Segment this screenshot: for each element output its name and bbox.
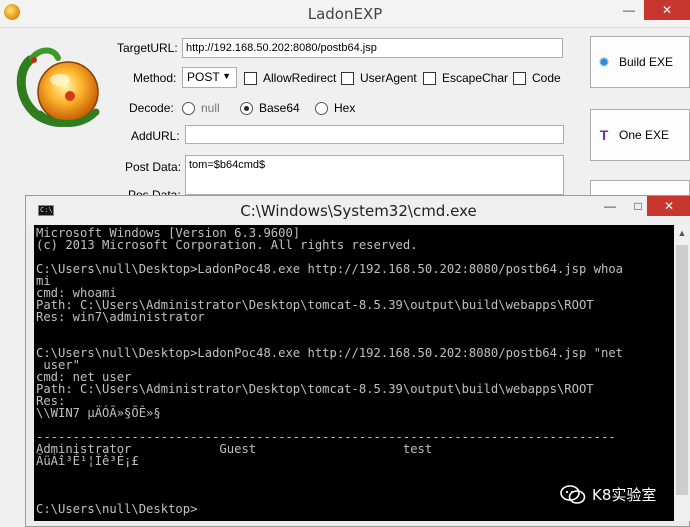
user-agent-checkbox[interactable]: UserAgent	[341, 71, 417, 85]
pos-data-label: Pos Data:	[128, 188, 181, 195]
console-scrollbar[interactable]: ▲	[674, 225, 690, 521]
radio-dot	[182, 101, 195, 115]
method-select[interactable]: POST ▼	[182, 67, 237, 88]
one-exe-label: One EXE	[619, 128, 670, 142]
cmd-title: C:\Windows\System32\cmd.exe	[240, 202, 477, 220]
decode-label: Decode:	[129, 101, 174, 115]
code-checkbox[interactable]: Code	[513, 71, 561, 85]
post-data-textarea[interactable]: tom=$b64cmd$	[185, 155, 564, 195]
cmd-titlebar: C:\ C:\Windows\System32\cmd.exe — □ ✕	[26, 196, 690, 225]
allow-redirect-label: AllowRedirect	[263, 71, 337, 85]
minimize-button[interactable]: —	[614, 0, 644, 20]
build-exe-button[interactable]: ✹ Build EXE	[590, 36, 690, 88]
decode-base64-radio[interactable]: Base64	[240, 101, 300, 115]
escape-char-label: EscapeChar	[442, 71, 509, 85]
checkbox-box	[423, 71, 436, 85]
close-button[interactable]: ✕	[644, 0, 690, 20]
cmd-minimize-button[interactable]: —	[596, 196, 624, 216]
decode-null-radio[interactable]: null	[182, 101, 220, 115]
post-data-label: Post Data:	[125, 160, 182, 174]
method-label: Method:	[133, 71, 177, 85]
checkbox-box	[244, 71, 257, 85]
escape-char-checkbox[interactable]: EscapeChar	[423, 71, 508, 85]
decode-base64-label: Base64	[259, 101, 300, 115]
target-url-label: TargetURL:	[117, 41, 178, 55]
add-url-label: AddURL:	[131, 129, 180, 143]
one-exe-button[interactable]: T One EXE	[590, 109, 690, 161]
wechat-icon	[560, 484, 586, 504]
checkbox-box	[513, 71, 526, 85]
add-url-input[interactable]	[185, 125, 564, 144]
decode-null-label: null	[201, 101, 220, 115]
third-side-button[interactable]	[590, 180, 690, 196]
sparkle-icon: ✹	[598, 53, 610, 70]
radio-dot	[315, 101, 328, 115]
method-select-value: POST	[187, 70, 220, 84]
cmd-window: C:\ C:\Windows\System32\cmd.exe — □ ✕ Mi…	[25, 195, 690, 527]
console-output-area[interactable]: Microsoft Windows [Version 6.3.9600] (c)…	[34, 225, 674, 521]
scroll-thumb[interactable]	[676, 245, 688, 495]
target-url-input[interactable]: http://192.168.50.202:8080/postb64.jsp	[182, 38, 563, 58]
watermark: K8实验室	[560, 484, 656, 505]
decode-hex-radio[interactable]: Hex	[315, 101, 355, 115]
chevron-down-icon: ▼	[222, 71, 231, 81]
cmd-close-button[interactable]: ✕	[647, 196, 690, 216]
watermark-text: K8实验室	[592, 486, 657, 504]
checkbox-box	[341, 71, 354, 85]
build-exe-label: Build EXE	[619, 55, 674, 69]
app-title: LadonEXP	[307, 5, 383, 23]
user-agent-label: UserAgent	[360, 71, 417, 85]
console-text: Microsoft Windows [Version 6.3.9600] (c)…	[36, 226, 623, 516]
code-label: Code	[532, 71, 561, 85]
scroll-up-icon[interactable]: ▲	[674, 225, 690, 241]
allow-redirect-checkbox[interactable]: AllowRedirect	[244, 71, 336, 85]
dragon-logo-icon	[16, 47, 100, 127]
decode-hex-label: Hex	[334, 101, 356, 115]
radio-dot-selected	[240, 101, 253, 115]
app-titlebar: LadonEXP — ✕	[0, 0, 690, 28]
text-t-icon: T	[599, 127, 609, 143]
